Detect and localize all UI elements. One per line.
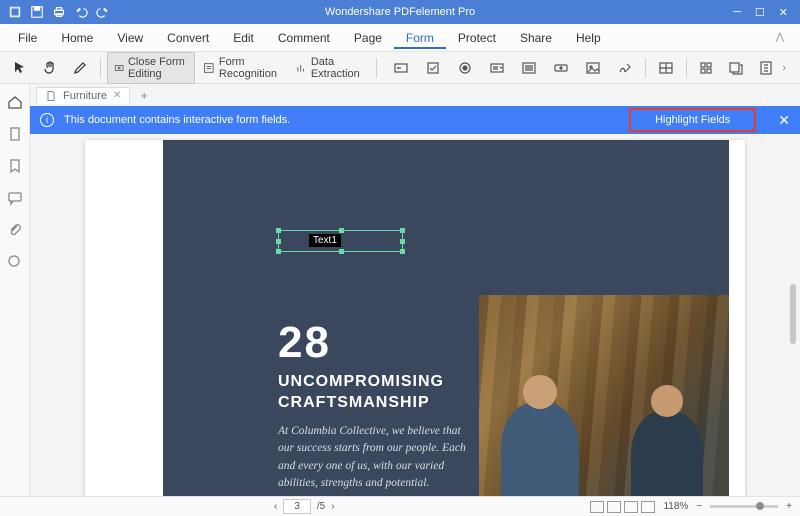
document-tab-label: Furniture [63, 90, 107, 102]
menu-form[interactable]: Form [394, 27, 446, 49]
pdf-page: Text1 28 UNCOMPROMISING CRAFTSMANSHIP At… [85, 140, 745, 496]
undo-icon[interactable] [74, 5, 88, 19]
menu-convert[interactable]: Convert [155, 27, 221, 49]
form-recognition-label: Form Recognition [219, 56, 282, 80]
data-extraction-button[interactable]: Data Extraction [289, 52, 370, 84]
menu-share[interactable]: Share [508, 27, 564, 49]
search-panel-icon[interactable] [7, 254, 23, 270]
redo-icon[interactable] [96, 5, 110, 19]
form-toolbar: Close Form Editing Form Recognition Data… [0, 52, 800, 84]
file-icon [45, 90, 57, 102]
menu-file[interactable]: File [6, 27, 49, 49]
page-current-input[interactable]: 3 [283, 499, 311, 514]
view-single-icon[interactable] [590, 501, 604, 513]
prev-page-icon[interactable]: ‹ [274, 501, 277, 512]
print-icon[interactable] [52, 5, 66, 19]
combobox-tool[interactable] [483, 56, 511, 80]
title-bar: Wondershare PDFelement Pro ─ ☐ ✕ [0, 0, 800, 24]
page-paragraph-1: At Columbia Collective, we believe that … [278, 423, 478, 492]
view-continuous-icon[interactable] [607, 501, 621, 513]
zoom-in-icon[interactable]: + [786, 501, 792, 512]
vertical-scrollbar[interactable] [790, 284, 796, 344]
document-canvas[interactable]: Text1 28 UNCOMPROMISING CRAFTSMANSHIP At… [30, 134, 800, 496]
checkbox-tool[interactable] [419, 56, 447, 80]
comments-icon[interactable] [7, 190, 23, 206]
window-title: Wondershare PDFelement Pro [325, 6, 475, 18]
page-navigator: ‹ 3 /5 › [274, 499, 335, 514]
new-tab-button[interactable]: + [134, 88, 154, 103]
zoom-out-icon[interactable]: − [696, 501, 702, 512]
minimize-icon[interactable]: ─ [733, 6, 741, 19]
form-properties-tool[interactable] [652, 56, 680, 80]
thumbnails-icon[interactable] [7, 126, 23, 142]
close-form-editing-button[interactable]: Close Form Editing [107, 52, 196, 84]
document-tab[interactable]: Furniture ✕ [36, 87, 130, 104]
collapse-ribbon-icon[interactable]: ⋀ [776, 32, 794, 43]
menu-protect[interactable]: Protect [446, 27, 508, 49]
menu-comment[interactable]: Comment [266, 27, 342, 49]
page-photo [479, 295, 729, 496]
page-big-number: 28 [278, 318, 331, 368]
page-total: /5 [317, 501, 325, 512]
menu-edit[interactable]: Edit [221, 27, 266, 49]
view-facing-icon[interactable] [624, 501, 638, 513]
form-banner: i This document contains interactive for… [30, 106, 800, 134]
next-page-icon[interactable]: › [331, 501, 334, 512]
more-fields-tool[interactable] [722, 56, 750, 80]
zoom-slider[interactable] [710, 505, 778, 508]
image-field-tool[interactable] [579, 56, 607, 80]
data-extraction-label: Data Extraction [311, 56, 365, 80]
close-window-icon[interactable]: ✕ [779, 6, 788, 19]
page-heading: UNCOMPROMISING CRAFTSMANSHIP [278, 372, 444, 414]
text-field-tool[interactable] [387, 56, 415, 80]
menu-home[interactable]: Home [49, 27, 105, 49]
toolbar-more-icon[interactable]: › [782, 62, 794, 74]
radio-tool[interactable] [451, 56, 479, 80]
attachments-icon[interactable] [7, 222, 23, 238]
template-tool[interactable] [752, 56, 780, 80]
close-form-editing-label: Close Form Editing [128, 56, 188, 80]
bookmarks-icon[interactable] [7, 158, 23, 174]
menu-page[interactable]: Page [342, 27, 394, 49]
status-bar: ‹ 3 /5 › 118% − + [0, 496, 800, 516]
align-tool[interactable] [692, 56, 720, 80]
select-tool[interactable] [6, 56, 34, 80]
info-icon: i [40, 113, 54, 127]
banner-message: This document contains interactive form … [64, 114, 290, 126]
save-icon[interactable] [30, 5, 44, 19]
button-tool[interactable] [547, 56, 575, 80]
banner-close-icon[interactable]: ✕ [766, 112, 790, 129]
edit-tool[interactable] [66, 56, 94, 80]
document-tabs: Furniture ✕ + [30, 84, 800, 106]
highlight-fields-button[interactable]: Highlight Fields [629, 108, 756, 132]
form-recognition-button[interactable]: Form Recognition [197, 52, 287, 84]
home-icon[interactable] [7, 94, 23, 110]
menu-view[interactable]: View [105, 27, 155, 49]
view-cont-facing-icon[interactable] [641, 501, 655, 513]
app-logo-icon [8, 5, 22, 19]
text-field[interactable]: Text1 [278, 230, 403, 252]
signature-tool[interactable] [611, 56, 639, 80]
left-sidebar [0, 84, 30, 496]
maximize-icon[interactable]: ☐ [755, 6, 765, 19]
close-tab-icon[interactable]: ✕ [113, 90, 121, 101]
listbox-tool[interactable] [515, 56, 543, 80]
view-mode-group [590, 501, 655, 513]
menu-help[interactable]: Help [564, 27, 613, 49]
zoom-value: 118% [663, 501, 688, 512]
hand-tool[interactable] [36, 56, 64, 80]
field-label: Text1 [309, 234, 341, 247]
menu-bar: File Home View Convert Edit Comment Page… [0, 24, 800, 52]
